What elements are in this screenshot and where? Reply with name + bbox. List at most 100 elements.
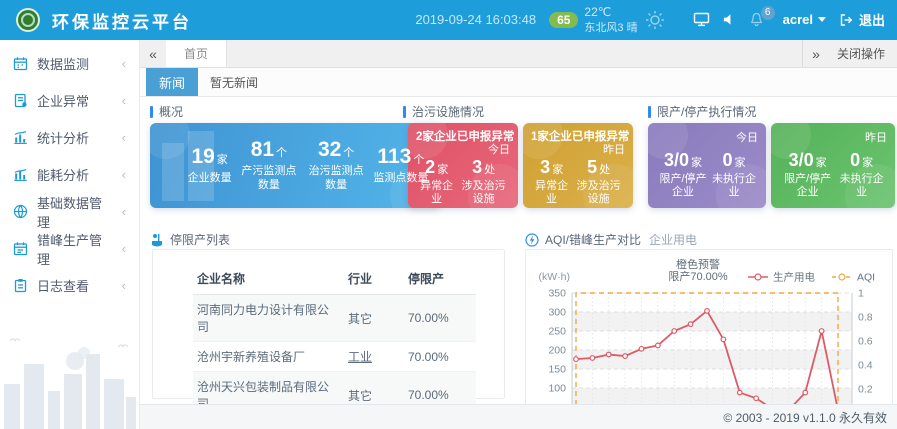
limit-list-table: 企业名称 行业 停限产 河南同力电力设计有限公司 其它 70.00% [193, 263, 476, 404]
app-title: 环保监控云平台 [52, 8, 192, 33]
cell-enterprise-name: 河南同力电力设计有限公司 [193, 295, 344, 342]
weather-widget: 65 22℃ 东北风3 晴 [549, 5, 666, 35]
stat-treatment-points: 32个 治污监测点数量 [306, 139, 366, 193]
cell-limit-percent: 70.00% [404, 342, 476, 372]
close-operations-menu[interactable]: 关闭操作 [829, 40, 897, 67]
stat-nonexecuting-enterprises: 0家 未执行企业 [710, 151, 758, 199]
calendar-icon [13, 241, 28, 256]
overview-stats-card: 19家 企业数量 81个 产污监测点数量 32个 治污监测点数量 113个 [150, 123, 440, 208]
card-headline: 2家企业已申报异常 [416, 130, 510, 144]
col-header-enterprise: 企业名称 [193, 263, 344, 295]
logout-button[interactable]: 退出 [839, 10, 885, 29]
chevron-left-icon: ‹ [122, 167, 126, 182]
notifications-bell[interactable]: 6 [749, 12, 764, 27]
svg-text:0.2: 0.2 [858, 384, 873, 396]
logout-icon [839, 13, 854, 27]
username-text: acrel [783, 12, 813, 27]
title-bar-accent [648, 106, 651, 118]
notification-count-badge: 6 [761, 6, 775, 20]
news-empty-message: 暂无新闻 [198, 68, 270, 96]
chevron-left-icon: ‹ [122, 93, 126, 108]
chevron-down-icon [818, 17, 826, 22]
cell-enterprise-name: 沧州宇新养殖设备厂 [193, 342, 344, 372]
section-title-pollution-facility: 治污设施情况 [403, 103, 484, 120]
svg-text:1: 1 [858, 288, 864, 300]
footer-bar: © 2003 - 2019 v1.1.0 永久有效 [140, 404, 897, 429]
tab-home[interactable]: 首页 [166, 40, 227, 67]
section-title-production-limit: 限产/停产执行情况 [648, 103, 756, 120]
cell-limit-percent: 70.00% [404, 372, 476, 405]
speaker-icon[interactable] [723, 13, 736, 26]
sidebar-item-enterprise-exception[interactable]: 企业异常 ‹ [0, 82, 139, 119]
condition-text: 晴 [627, 22, 638, 34]
window-tab-bar: « 首页 » 关闭操作 [140, 40, 897, 68]
stat-limited-enterprises: 3/0家 限产/停产企业 [656, 151, 710, 199]
card-period: 今日 [656, 132, 758, 145]
stat-abnormal-enterprises: 2家 异常企业 [416, 158, 457, 206]
section-title-overview: 概况 [150, 103, 183, 120]
cell-industry: 其它 [344, 372, 404, 405]
cell-industry-link[interactable]: 工业 [344, 342, 404, 372]
card-headline: 1家企业已申报异常 [531, 130, 625, 144]
sidebar-item-label: 错峰生产管理 [37, 230, 113, 268]
app-root: 环保监控云平台 2019-09-24 16:03:48 65 22℃ 东北风3 … [0, 0, 897, 429]
card-period: 昨日 [531, 144, 625, 157]
stat-abnormal-enterprises: 3家 异常企业 [531, 158, 572, 206]
svg-text:150: 150 [548, 364, 566, 376]
stat-pollution-points: 81个 产污监测点数量 [239, 139, 299, 193]
platform-logo-icon [16, 8, 40, 32]
chevron-left-icon: ‹ [122, 130, 126, 145]
sidebar-item-statistics[interactable]: 统计分析 ‹ [0, 119, 139, 156]
sidebar-item-label: 数据监测 [37, 54, 89, 73]
svg-text:350: 350 [548, 288, 566, 300]
sidebar-item-label: 基础数据管理 [37, 193, 113, 231]
weather-text: 22℃ 东北风3 晴 [584, 5, 637, 35]
table-row[interactable]: 沧州宇新养殖设备厂 工业 70.00% [193, 342, 476, 372]
top-header: 环保监控云平台 2019-09-24 16:03:48 65 22℃ 东北风3 … [0, 0, 897, 40]
svg-text:橙色预警: 橙色预警 [676, 257, 720, 271]
tabs-scroll-left-icon[interactable]: « [140, 40, 166, 67]
svg-text:限产70.00%: 限产70.00% [668, 269, 728, 283]
dashboard-content: 概况 治污设施情况 限产/停产执行情况 19家 企业数量 81个 产污监测点数量 [140, 97, 897, 404]
chevron-left-icon: ‹ [122, 204, 126, 219]
datetime-text: 2019-09-24 16:03:48 [415, 12, 536, 27]
user-menu[interactable]: acrel [783, 12, 826, 27]
header-right: 2019-09-24 16:03:48 65 22℃ 东北风3 晴 6 [415, 5, 885, 35]
podium-icon [150, 233, 164, 247]
svg-text:0.4: 0.4 [858, 360, 873, 372]
sun-icon [644, 9, 666, 31]
chevron-left-icon: ‹ [122, 56, 126, 71]
title-bar-accent [150, 106, 153, 118]
sidebar-item-base-data[interactable]: 基础数据管理 ‹ [0, 193, 139, 230]
pollution-today-card: 2家企业已申报异常 今日 2家 异常企业 3处 涉及治污设施 [408, 123, 518, 208]
stat-involved-facilities: 3处 涉及治污设施 [457, 158, 510, 206]
svg-text:生产用电: 生产用电 [773, 271, 815, 284]
svg-text:250: 250 [548, 326, 566, 338]
sidebar-item-label: 能耗分析 [37, 165, 89, 184]
sidebar-item-peak-production[interactable]: 错峰生产管理 ‹ [0, 230, 139, 267]
aqi-production-line-chart: 35030025020015010010.80.60.40.2(kW·h)橙色预… [526, 253, 892, 404]
sidebar-item-label: 统计分析 [37, 128, 89, 147]
bar-chart-icon [13, 167, 28, 182]
lightning-icon [525, 233, 539, 247]
svg-text:AQI: AQI [857, 272, 875, 284]
tab-news[interactable]: 新闻 [146, 68, 198, 96]
sidebar-item-data-monitoring[interactable]: 数据监测 ‹ [0, 45, 139, 82]
tabs-scroll-right-icon[interactable]: » [803, 40, 829, 67]
cell-enterprise-name: 沧州天兴包装制品有限公司 [193, 372, 344, 405]
monitor-icon[interactable] [693, 12, 710, 27]
sidebar-item-log-view[interactable]: 日志查看 ‹ [0, 267, 139, 304]
svg-text:200: 200 [548, 345, 566, 357]
stat-nonexecuting-enterprises: 0家 未执行企业 [836, 151, 887, 199]
col-header-industry: 行业 [344, 263, 404, 295]
bar-chart-icon [13, 130, 28, 145]
table-row[interactable]: 河南同力电力设计有限公司 其它 70.00% [193, 295, 476, 342]
sidebar-item-energy-analysis[interactable]: 能耗分析 ‹ [0, 156, 139, 193]
table-row[interactable]: 沧州天兴包装制品有限公司 其它 70.00% [193, 372, 476, 405]
svg-text:(kW·h): (kW·h) [539, 271, 571, 283]
stat-involved-facilities: 5处 涉及治污设施 [572, 158, 625, 206]
svg-text:0.6: 0.6 [858, 336, 873, 348]
news-bar: 新闻 暂无新闻 [140, 68, 897, 97]
city-skyline-watermark [0, 329, 139, 429]
svg-text:300: 300 [548, 307, 566, 319]
